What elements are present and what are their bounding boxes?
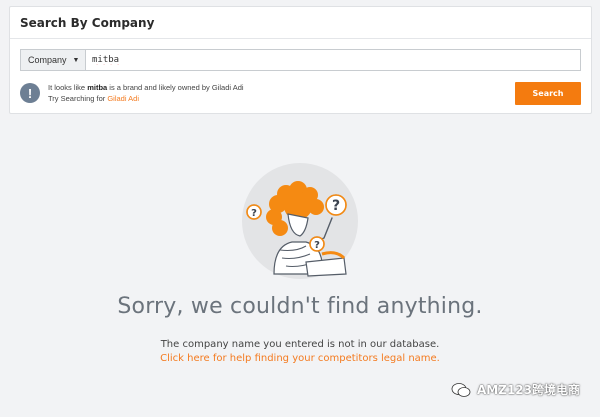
chat-bubbles-icon	[451, 382, 471, 397]
panel-header: Search By Company	[10, 7, 591, 39]
svg-text:?: ?	[314, 240, 320, 251]
notice-middle: is a brand and likely owned by	[107, 83, 212, 92]
confused-person-illustration: ? ? ?	[242, 163, 358, 279]
search-row: Company ▼	[20, 49, 581, 71]
company-search-input[interactable]	[85, 49, 581, 71]
notice-try-prefix: Try Searching for	[48, 94, 108, 103]
search-type-label: Company	[28, 55, 67, 65]
svg-text:?: ?	[332, 198, 340, 214]
search-type-select[interactable]: Company ▼	[20, 49, 85, 71]
panel-title: Search By Company	[20, 15, 155, 30]
notice-line-2: Try Searching for Giladi Adi	[48, 93, 244, 104]
empty-state-subtitle: The company name you entered is not in o…	[160, 339, 440, 350]
notice-prefix: It looks like	[48, 83, 88, 92]
notice-line-1: It looks like mitba is a brand and likel…	[48, 82, 244, 93]
chevron-down-icon: ▼	[72, 56, 80, 64]
notice-brand: mitba	[87, 83, 108, 92]
notice-text: It looks like mitba is a brand and likel…	[48, 82, 244, 104]
search-panel: Search By Company Company ▼ ! It looks l…	[9, 6, 592, 114]
info-icon: !	[20, 83, 40, 103]
empty-state-title: Sorry, we couldn't find anything.	[117, 294, 483, 319]
search-button[interactable]: Search	[515, 82, 581, 105]
suggested-company-link[interactable]: Giladi Adi	[107, 94, 139, 103]
svg-text:?: ?	[251, 208, 257, 219]
watermark-text: AMZ123跨境电商	[477, 383, 580, 397]
watermark: AMZ123跨境电商	[451, 381, 580, 398]
help-finding-legal-name-link[interactable]: Click here for help finding your competi…	[0, 353, 600, 364]
brand-notice: ! It looks like mitba is a brand and lik…	[20, 82, 244, 104]
notice-owner: Giladi Adi	[211, 83, 244, 92]
